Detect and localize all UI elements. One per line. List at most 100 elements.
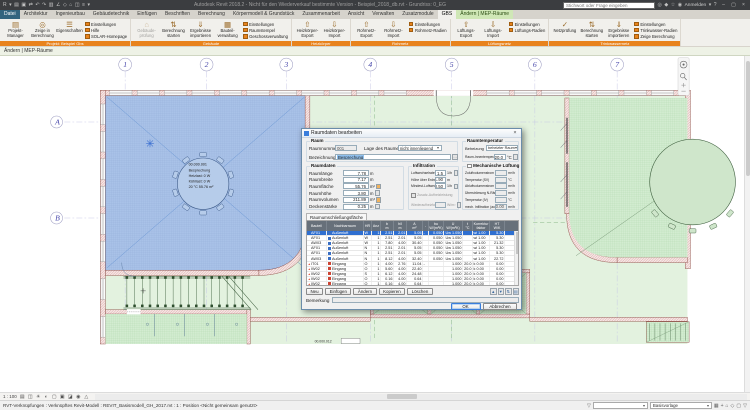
cancel-button[interactable]: Abbrechen: [483, 303, 517, 310]
section-icon[interactable]: ◫: [75, 0, 80, 10]
n50-button[interactable]: [454, 170, 459, 176]
toilet-room[interactable]: [105, 309, 246, 344]
lueftungs-radien-button[interactable]: Lüftungs-Radien: [509, 28, 546, 33]
measure-icon[interactable]: ∠: [56, 0, 60, 10]
open-icon[interactable]: ▤: [14, 0, 19, 10]
geschossverwaltung-button[interactable]: Geschossverwaltung: [243, 34, 288, 39]
table-row[interactable]: ▴IW02 Eingang O 1 0.16 4.00 0.64 1.000 2…: [307, 282, 518, 286]
favorites-icon[interactable]: ☆: [671, 0, 675, 10]
workset-dropdown[interactable]: [593, 402, 648, 409]
horizontal-scrollbar-thumb[interactable]: [387, 394, 417, 399]
move-down-icon[interactable]: ▼: [498, 288, 505, 295]
hoehe-erdreich-field[interactable]: 1.90: [435, 177, 446, 183]
zusatz-aufheiz-checkbox[interactable]: [411, 193, 416, 198]
hilfe-button[interactable]: Hilfe: [85, 28, 127, 33]
sync-icon[interactable]: ⇄: [29, 0, 33, 10]
navigation-bar[interactable]: [678, 58, 689, 96]
wiederaufheiz-field[interactable]: [435, 202, 446, 208]
berechnung-starten-button[interactable]: ⇅Berechnung starten: [578, 20, 605, 40]
deckenstaerke-field[interactable]: 0.25: [343, 204, 369, 210]
beheizung-dropdown[interactable]: beheizter Raum: [486, 145, 518, 151]
detail-level-icon[interactable]: ▤: [19, 394, 26, 400]
help-icon[interactable]: ?: [714, 0, 717, 10]
filter-icon[interactable]: ▽: [587, 403, 591, 409]
solar-homepage-button[interactable]: SOLAR-Homepage: [85, 34, 127, 39]
zuluft-field[interactable]: [495, 170, 507, 176]
heizkoerper-import-button[interactable]: ⇩Heizkörper-Import: [321, 20, 348, 40]
dialog-title-bar[interactable]: Raumdaten bearbeiten ×: [302, 129, 521, 138]
scale-control[interactable]: 1 : 100: [3, 394, 17, 399]
eigenschaften-button[interactable]: ☰Eigenschaften: [56, 20, 83, 40]
vertical-scrollbar[interactable]: [744, 56, 750, 392]
qat-customize-icon[interactable]: ▾: [87, 0, 90, 10]
heizkoerper-export-button[interactable]: ⇧Heizkörper-Export: [294, 20, 321, 40]
app-logo[interactable]: R: [3, 0, 7, 10]
temp-iv-field[interactable]: [495, 197, 507, 203]
tab-aendern-mep-raeume[interactable]: Ändern | MEP-Räume: [456, 10, 513, 19]
tab-raumumschliessungsflaeche[interactable]: Raumumschließungsfläche: [306, 213, 367, 220]
analytical-model-icon[interactable]: △: [83, 394, 90, 400]
einstellungen-button[interactable]: Einstellungen: [243, 22, 288, 27]
tab-einfuegen[interactable]: Einfügen: [133, 10, 161, 19]
mech-infiltration-field[interactable]: 0.00: [495, 204, 507, 210]
redo-icon[interactable]: ↷: [42, 0, 46, 10]
einstellungen-button[interactable]: Einstellungen: [509, 22, 546, 27]
room-calculation-point[interactable]: [146, 140, 154, 148]
rohrnetz-radien-button[interactable]: Rohrnetz-Radien: [409, 28, 447, 33]
trinkwasser-radien-button[interactable]: Trinkwasser-Radien: [634, 28, 677, 33]
reveal-hidden-icon[interactable]: ◉: [75, 394, 82, 400]
selection-filter-icon[interactable]: ▽: [743, 403, 747, 409]
tab-gebaeudetechnik[interactable]: Gebäudetechnik: [89, 10, 133, 19]
raumnummer-field[interactable]: 001: [335, 145, 357, 151]
lueftungs-export-button[interactable]: ⇧Lüftungs-Export: [453, 20, 480, 40]
minimize-icon[interactable]: –: [719, 0, 728, 10]
rohrnetz-import-button[interactable]: ⇩Rohrnetz-Import: [380, 20, 407, 40]
raumvolumen-field[interactable]: 211.89: [343, 197, 369, 203]
design-option-dropdown[interactable]: Basisvorlage: [650, 402, 712, 409]
tab-beschriften[interactable]: Beschriften: [161, 10, 194, 19]
exchange-apps-icon[interactable]: ◆: [664, 0, 668, 10]
editable-only-icon[interactable]: ▦: [714, 403, 719, 409]
exclude-pinned-icon[interactable]: ◇: [731, 403, 735, 409]
tab-datei[interactable]: Datei: [0, 10, 20, 19]
neu-button[interactable]: Neu: [306, 288, 323, 295]
bezeichnung-browse-button[interactable]: …: [452, 154, 458, 160]
shadows-icon[interactable]: ◐: [43, 394, 50, 400]
exclude-underlay-icon[interactable]: ▢: [736, 403, 741, 409]
tab-koerpermodell[interactable]: Körpermodell & Grundstück: [229, 10, 298, 19]
save-icon[interactable]: ▣: [21, 0, 26, 10]
app-menu-caret-icon[interactable]: ▾: [9, 0, 12, 10]
search-input[interactable]: [563, 2, 655, 9]
crop-view-icon[interactable]: ▢: [51, 394, 58, 400]
einstellungen-button[interactable]: Einstellungen: [409, 22, 447, 27]
tab-verwalten[interactable]: Verwalten: [368, 10, 398, 19]
horizontal-scrollbar[interactable]: [95, 394, 747, 400]
press-drag-icon[interactable]: +: [721, 403, 724, 409]
3d-view-icon[interactable]: ⌂: [69, 0, 72, 10]
n50-field[interactable]: 1.5: [435, 170, 446, 176]
ueberstroemung-field[interactable]: [495, 190, 507, 196]
netzpruefung-button[interactable]: ✓Netzprüfung: [551, 20, 578, 40]
zeige-in-berechnung-button[interactable]: ◎Zeige in Berechnung: [29, 20, 56, 40]
thin-lines-icon[interactable]: ≡: [82, 0, 85, 10]
aendern-button[interactable]: Ändern: [353, 288, 376, 295]
raumstempel-button[interactable]: Raumstempel: [243, 28, 288, 33]
tab-gbs[interactable]: GBS: [438, 10, 457, 19]
bauteil-verwaltung-button[interactable]: ▦Bauteil-verwaltung: [214, 20, 241, 40]
room-right[interactable]: [561, 98, 736, 257]
close-icon[interactable]: ×: [739, 0, 748, 10]
tab-ingenieurbau[interactable]: Ingenieurbau: [52, 10, 89, 19]
undo-icon[interactable]: ↶: [35, 0, 39, 10]
round-table-right[interactable]: [650, 139, 736, 225]
berechnung-starten-button[interactable]: ⇅Berechnung starten: [160, 20, 187, 40]
vertical-scrollbar-thumb[interactable]: [746, 61, 750, 176]
room-besprechung[interactable]: 00.000.001 Besprechung Heizlast: 0 W Küh…: [105, 95, 309, 270]
projekt-manager-button[interactable]: ▤Projekt-Manager: [2, 20, 29, 40]
einstellungen-button[interactable]: Einstellungen: [634, 22, 677, 27]
table-scrollbar-thumb[interactable]: [516, 232, 519, 254]
gebaeude-pruefung-button[interactable]: ⌂Gebäude-prüfung: [133, 20, 160, 40]
tab-architektur[interactable]: Architektur: [20, 10, 52, 19]
print-icon[interactable]: ▥: [49, 0, 54, 10]
tag-icon[interactable]: ◇: [63, 0, 67, 10]
ok-button[interactable]: OK: [451, 303, 481, 310]
